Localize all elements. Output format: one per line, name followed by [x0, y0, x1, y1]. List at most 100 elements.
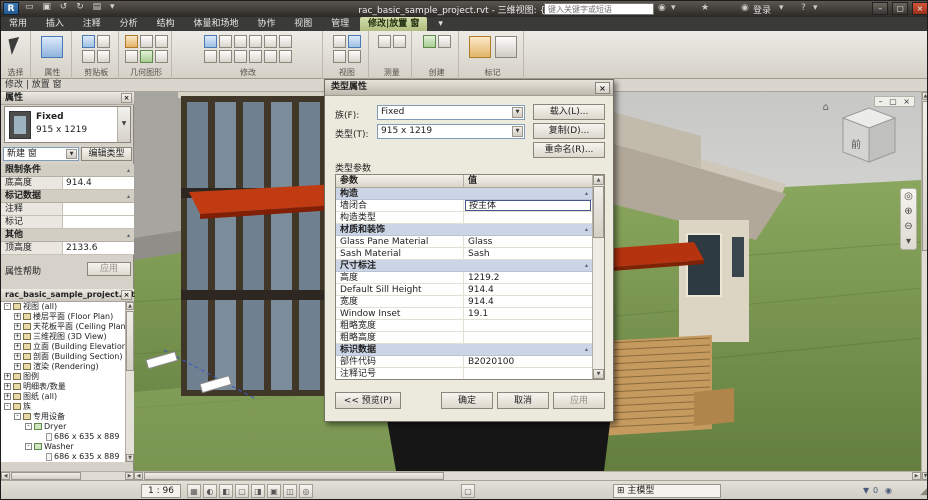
project-browser-header[interactable]: rac_basic_sample_project.rvt - ... × [1, 289, 135, 311]
view-restore-icon[interactable]: ▢ [889, 97, 897, 106]
collapse-icon[interactable]: ▴ [585, 344, 588, 355]
design-option-selector[interactable]: ⊞ 主模型 [613, 484, 721, 498]
scroll-thumb[interactable] [144, 472, 444, 480]
visual-style-icon[interactable]: ◐ [203, 484, 217, 498]
tab-structure[interactable]: 结构 [149, 17, 183, 31]
copy-icon[interactable] [97, 35, 111, 48]
split-face-icon[interactable] [139, 50, 153, 63]
modify-cursor-icon[interactable] [8, 37, 23, 55]
isolate-icon[interactable] [332, 50, 346, 63]
save-icon[interactable]: ▣ [42, 2, 52, 12]
type-combo[interactable]: 915 x 1219 ▼ [377, 124, 525, 139]
tab-insert[interactable]: 插入 [38, 17, 72, 31]
dimension-icon[interactable] [392, 35, 406, 48]
browser-vertical-scrollbar[interactable]: ▲ ▼ [126, 302, 134, 462]
tree-item[interactable]: + 天花板平面 (Ceiling Plan) [1, 322, 125, 332]
section-row[interactable]: 限制条件 ▴ [1, 164, 134, 177]
array-icon[interactable] [234, 50, 247, 63]
scroll-right-icon[interactable]: ▶ [912, 472, 921, 480]
ribbon-state-dropdown-icon[interactable]: ▾ [430, 17, 451, 31]
paint-icon[interactable] [124, 50, 138, 63]
signin-dropdown-icon[interactable]: ▾ [779, 3, 784, 13]
sun-path-icon[interactable]: ◧ [219, 484, 233, 498]
param-value[interactable]: B2020100 [464, 356, 592, 367]
tree-item[interactable]: - 专用设备 [1, 412, 125, 422]
collapse-icon[interactable]: ▴ [585, 188, 588, 199]
close-button[interactable]: × [912, 2, 927, 15]
preview-button[interactable]: << 预览(P) [335, 392, 401, 409]
pin-icon[interactable] [264, 50, 277, 63]
zoom-out-icon[interactable]: ⊖ [901, 219, 916, 234]
qat-dropdown-icon[interactable]: ▾ [110, 2, 116, 12]
collapse-icon[interactable]: ▴ [585, 260, 588, 271]
tree-item[interactable]: 686 x 635 x 889 [1, 452, 125, 462]
mirror-icon[interactable] [264, 35, 277, 48]
help-icon[interactable]: ? [801, 3, 806, 13]
cancel-button[interactable]: 取消 [497, 392, 549, 409]
view-close-icon[interactable]: × [903, 97, 910, 106]
create-group-icon[interactable] [422, 35, 436, 48]
tab-modify-place-window[interactable]: 修改|放置 窗 [360, 17, 428, 31]
collapse-icon[interactable]: ▴ [127, 164, 130, 176]
load-tag-icon[interactable] [494, 36, 517, 58]
scroll-right-icon[interactable]: ▶ [125, 472, 134, 480]
tab-manage[interactable]: 管理 [323, 17, 357, 31]
param-value[interactable] [464, 332, 592, 343]
scroll-left-icon[interactable]: ◀ [134, 472, 143, 480]
tab-analyze[interactable]: 分析 [112, 17, 146, 31]
minimize-button[interactable]: – [872, 2, 889, 15]
properties-close-icon[interactable]: × [121, 93, 132, 103]
subscription-icon[interactable]: ★ [701, 3, 709, 13]
split-icon[interactable] [219, 50, 232, 63]
scroll-down-icon[interactable]: ▼ [922, 472, 927, 480]
section-row[interactable]: 尺寸标注 ▴ [336, 260, 592, 272]
param-value[interactable]: 914.4 [464, 284, 592, 295]
viewcube-home-icon[interactable]: ⌂ [823, 102, 829, 113]
help-dropdown-icon[interactable]: ▾ [813, 3, 818, 13]
viewcube-front-label[interactable]: 前 [851, 138, 861, 151]
duplicate-button[interactable]: 复制(D)... [533, 123, 605, 139]
dialog-close-icon[interactable]: × [595, 82, 610, 94]
temporary-hide-icon[interactable]: ◎ [299, 484, 313, 498]
tab-massing-site[interactable]: 体量和场地 [185, 17, 246, 31]
type-selector-dropdown-icon[interactable]: ▼ [117, 107, 130, 142]
tag-on-placement-icon[interactable] [468, 36, 491, 58]
scroll-down-icon[interactable]: ▼ [593, 369, 604, 379]
move-icon[interactable] [219, 35, 232, 48]
trim-icon[interactable] [204, 50, 217, 63]
create-similar-icon[interactable] [437, 35, 451, 48]
tree-expander[interactable]: + [14, 323, 21, 330]
browser-horizontal-scrollbar[interactable]: ◀ ▶ [1, 471, 134, 480]
tree-item[interactable]: + 立面 (Building Elevation) [1, 342, 125, 352]
collapse-icon[interactable]: ▴ [127, 190, 130, 202]
search-input[interactable] [544, 3, 654, 15]
join-icon[interactable] [154, 35, 168, 48]
param-value[interactable]: 19.1 [464, 308, 592, 319]
nav-wheel-icon[interactable]: ◎ [901, 189, 916, 204]
param-value[interactable] [464, 368, 592, 379]
param-value[interactable] [63, 216, 134, 228]
signin-label[interactable]: 登录 [753, 3, 771, 16]
viewcube[interactable]: 前 [831, 100, 907, 175]
scroll-down-icon[interactable]: ▼ [126, 454, 134, 462]
tab-home[interactable]: 常用 [1, 17, 35, 31]
hidden-line-icon[interactable] [347, 35, 361, 48]
binoculars-icon[interactable]: ◉ [658, 3, 666, 13]
tree-item[interactable]: - Dryer [1, 422, 125, 432]
param-value[interactable]: 914.4 [464, 296, 592, 307]
combo-dropdown-icon[interactable]: ▼ [66, 149, 77, 159]
restore-button[interactable]: ▢ [892, 2, 909, 15]
tree-expander[interactable]: + [4, 383, 11, 390]
canvas-horizontal-scrollbar[interactable]: ◀ ▶ [134, 471, 921, 480]
undo-icon[interactable]: ↺ [60, 2, 69, 12]
search-dropdown-icon[interactable]: ▾ [671, 3, 676, 13]
tab-annotate[interactable]: 注释 [75, 17, 109, 31]
collapse-icon[interactable]: ▴ [127, 229, 130, 241]
tree-item[interactable]: + 渲染 (Rendering) [1, 362, 125, 372]
scroll-thumb[interactable] [922, 101, 927, 251]
ok-button[interactable]: 确定 [441, 392, 493, 409]
section-row[interactable]: 标识数据 ▴ [336, 344, 592, 356]
zoom-in-icon[interactable]: ⊕ [901, 204, 916, 219]
tab-view[interactable]: 视图 [286, 17, 320, 31]
scale-icon[interactable] [249, 50, 262, 63]
